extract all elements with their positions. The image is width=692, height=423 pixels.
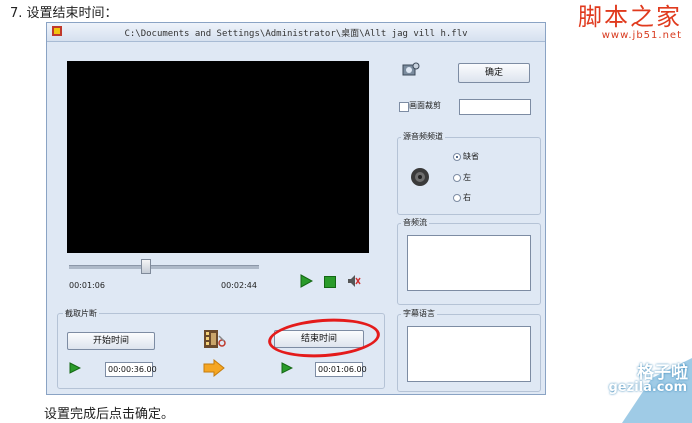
watermark-bottom-url: gezila.com [608,380,688,395]
audio-channel-label: 源音频频道 [401,131,445,142]
arrow-right-icon [203,359,225,377]
crop-input[interactable] [459,99,531,115]
end-time-field[interactable]: 00:01:06.00 [315,362,367,377]
video-clip-window: C:\Documents and Settings\Administrator\… [46,22,546,395]
play-icon[interactable] [299,274,313,288]
audio-stream-list[interactable] [407,235,531,291]
current-time: 00:01:06 [69,281,105,290]
audio-left-label: 左 [463,173,471,182]
stop-icon[interactable] [324,276,336,288]
ok-button[interactable]: 确定 [458,63,530,83]
watermark-bottom: 格子啦 gezila.com [609,358,692,423]
step-heading: 7. 设置结束时间： [10,6,118,21]
crop-label: 画面裁剪 [409,101,441,110]
seek-slider-thumb[interactable] [141,259,151,274]
play-end-icon[interactable] [281,362,293,374]
total-time: 00:02:44 [221,281,257,290]
audio-right-radio[interactable] [453,194,461,202]
clip-section-label: 截取片断 [63,308,99,319]
footer-instruction: 设置完成后点击确定。 [44,407,175,422]
film-cut-icon [204,330,226,348]
watermark-top: 脚本之家 www.jb51.net [578,2,682,41]
title-bar[interactable]: C:\Documents and Settings\Administrator\… [47,23,545,42]
audio-left-radio[interactable] [453,174,461,182]
subtitle-label: 字幕语言 [401,308,437,319]
play-start-icon[interactable] [69,362,81,374]
video-preview[interactable] [67,61,369,253]
seek-slider-track[interactable] [69,265,259,269]
subtitle-list[interactable] [407,326,531,382]
start-time-field[interactable]: 00:00:36.00 [105,362,157,377]
mute-speaker-icon[interactable] [347,274,361,288]
audio-right-label: 右 [463,193,471,202]
crop-checkbox[interactable] [399,102,409,112]
watermark-top-main: 脚本之家 [578,3,682,31]
start-time-button[interactable]: 开始时间 [67,332,155,350]
film-settings-icon [402,62,420,76]
speaker-icon [411,168,429,186]
audio-default-label: 缺省 [463,152,479,161]
audio-default-radio[interactable] [453,153,461,161]
audio-stream-label: 音频流 [401,217,429,228]
window-title: C:\Documents and Settings\Administrator\… [124,29,468,39]
